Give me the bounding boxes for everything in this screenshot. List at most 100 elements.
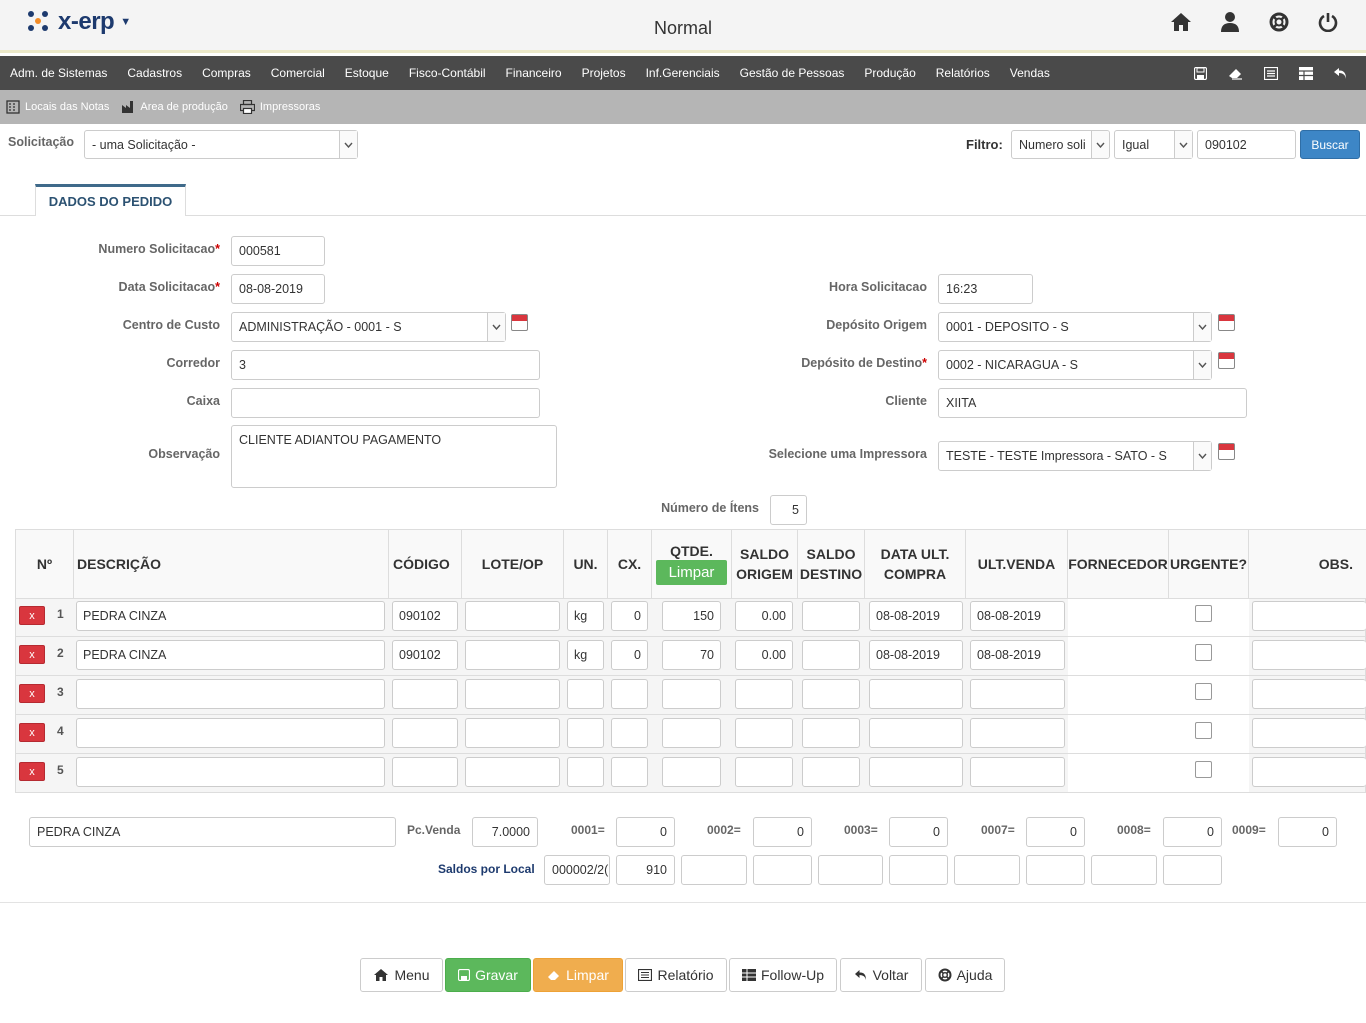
row-qtde-input[interactable]: 70: [662, 640, 721, 670]
row-descricao-input[interactable]: PEDRA CINZA: [76, 601, 385, 631]
urgente-checkbox[interactable]: [1195, 722, 1212, 739]
observacao-textarea[interactable]: CLIENTE ADIANTOU PAGAMENTO: [231, 425, 557, 488]
menu-button[interactable]: Menu: [360, 958, 443, 992]
row-obs-input[interactable]: [1252, 640, 1366, 670]
row-qtde-input[interactable]: [662, 679, 721, 709]
row-cx-input[interactable]: 0: [611, 601, 648, 631]
voltar-button[interactable]: Voltar: [840, 958, 922, 992]
row-descricao-input[interactable]: [76, 718, 385, 748]
row-qtde-input[interactable]: 150: [662, 601, 721, 631]
undo-icon[interactable]: [1323, 56, 1358, 90]
row-saldo-destino-input[interactable]: [802, 679, 860, 709]
row-qtde-input[interactable]: [662, 718, 721, 748]
menu-item-cadastros[interactable]: Cadastros: [117, 66, 192, 80]
row-un-input[interactable]: [567, 679, 604, 709]
saldos-extra-input[interactable]: [1026, 855, 1085, 885]
menu-item-estoque[interactable]: Estoque: [335, 66, 399, 80]
row-ult-venda-input[interactable]: 08-08-2019: [970, 640, 1065, 670]
row-data-compra-input[interactable]: [869, 718, 963, 748]
menu-item-financeiro[interactable]: Financeiro: [496, 66, 572, 80]
menu-item-producao[interactable]: Produção: [854, 66, 925, 80]
delete-row-button[interactable]: x: [19, 645, 45, 664]
row-saldo-origem-input[interactable]: [735, 718, 793, 748]
row-un-input[interactable]: kg: [567, 640, 604, 670]
gravar-button[interactable]: Gravar: [445, 958, 531, 992]
limpar-button[interactable]: Limpar: [533, 958, 623, 992]
buscar-button[interactable]: Buscar: [1300, 130, 1360, 159]
ajuda-button[interactable]: Ajuda: [925, 958, 1005, 992]
row-obs-input[interactable]: [1252, 757, 1366, 787]
urgente-checkbox[interactable]: [1195, 761, 1212, 778]
filtro-value-input[interactable]: 090102: [1197, 130, 1296, 159]
local-input-0009[interactable]: 0: [1278, 817, 1337, 847]
menu-item-relatorios[interactable]: Relatórios: [926, 66, 1000, 80]
menu-item-inf-gerenciais[interactable]: Inf.Gerenciais: [636, 66, 730, 80]
numero-solicitacao-input[interactable]: 000581: [231, 236, 325, 266]
row-codigo-input[interactable]: 090102: [392, 601, 458, 631]
row-saldo-origem-input[interactable]: [735, 679, 793, 709]
hora-solicitacao-input[interactable]: 16:23: [938, 274, 1033, 304]
saldos-extra-input[interactable]: [1163, 855, 1222, 885]
row-descricao-input[interactable]: PEDRA CINZA: [76, 640, 385, 670]
row-descricao-input[interactable]: [76, 679, 385, 709]
home-icon[interactable]: [1169, 11, 1193, 33]
delete-row-button[interactable]: x: [19, 684, 45, 703]
menu-item-fisco[interactable]: Fisco-Contábil: [399, 66, 496, 80]
list-icon[interactable]: [1253, 56, 1288, 90]
delete-row-button[interactable]: x: [19, 606, 45, 625]
menu-item-adm[interactable]: Adm. de Sistemas: [0, 66, 117, 80]
menu-item-projetos[interactable]: Projetos: [572, 66, 636, 80]
calendar-icon[interactable]: [1218, 443, 1235, 460]
produto-summary-input[interactable]: PEDRA CINZA: [29, 817, 396, 847]
row-un-input[interactable]: [567, 718, 604, 748]
user-icon[interactable]: [1218, 11, 1242, 33]
row-ult-venda-input[interactable]: [970, 757, 1065, 787]
saldos-code-input[interactable]: 000002/2(: [544, 855, 610, 885]
row-data-compra-input[interactable]: [869, 757, 963, 787]
saldos-extra-input[interactable]: [889, 855, 948, 885]
saldos-extra-input[interactable]: [1091, 855, 1157, 885]
row-codigo-input[interactable]: [392, 718, 458, 748]
row-saldo-destino-input[interactable]: [802, 640, 860, 670]
row-data-compra-input[interactable]: [869, 679, 963, 709]
row-ult-venda-input[interactable]: 08-08-2019: [970, 601, 1065, 631]
local-input-0008[interactable]: 0: [1163, 817, 1222, 847]
numero-itens-input[interactable]: 5: [770, 495, 807, 525]
row-cx-input[interactable]: 0: [611, 640, 648, 670]
row-data-compra-input[interactable]: 08-08-2019: [869, 601, 963, 631]
centro-custo-select[interactable]: ADMINISTRAÇÃO - 0001 - S: [231, 312, 506, 342]
row-descricao-input[interactable]: [76, 757, 385, 787]
row-obs-input[interactable]: [1252, 601, 1366, 631]
calendar-icon[interactable]: [1218, 352, 1235, 369]
impressora-select[interactable]: TESTE - TESTE Impressora - SATO - S: [938, 441, 1212, 471]
saldos-extra-input[interactable]: [753, 855, 812, 885]
row-obs-input[interactable]: [1252, 718, 1366, 748]
calendar-icon[interactable]: [1218, 314, 1235, 331]
power-icon[interactable]: [1316, 11, 1340, 33]
subtool-locais-notas[interactable]: Locais das Notas: [6, 100, 109, 114]
row-codigo-input[interactable]: 090102: [392, 640, 458, 670]
limpar-qtde-button[interactable]: Limpar: [656, 560, 727, 585]
support-icon[interactable]: [1267, 11, 1291, 33]
eraser-icon[interactable]: [1218, 56, 1253, 90]
menu-item-compras[interactable]: Compras: [192, 66, 261, 80]
table-icon[interactable]: [1288, 56, 1323, 90]
subtool-area-producao[interactable]: Area de produção: [121, 100, 228, 114]
row-cx-input[interactable]: [611, 718, 648, 748]
row-lote-input[interactable]: [465, 640, 560, 670]
filtro-operator-select[interactable]: Igual: [1114, 130, 1193, 159]
saldos-extra-input[interactable]: [954, 855, 1020, 885]
calendar-icon[interactable]: [511, 314, 528, 331]
row-saldo-origem-input[interactable]: 0.00: [735, 640, 793, 670]
row-lote-input[interactable]: [465, 757, 560, 787]
delete-row-button[interactable]: x: [19, 723, 45, 742]
urgente-checkbox[interactable]: [1195, 605, 1212, 622]
row-saldo-destino-input[interactable]: [802, 718, 860, 748]
saldos-extra-input[interactable]: [818, 855, 883, 885]
menu-item-gestao-pessoas[interactable]: Gestão de Pessoas: [730, 66, 855, 80]
row-codigo-input[interactable]: [392, 679, 458, 709]
row-ult-venda-input[interactable]: [970, 718, 1065, 748]
urgente-checkbox[interactable]: [1195, 683, 1212, 700]
row-lote-input[interactable]: [465, 718, 560, 748]
row-saldo-destino-input[interactable]: [802, 601, 860, 631]
